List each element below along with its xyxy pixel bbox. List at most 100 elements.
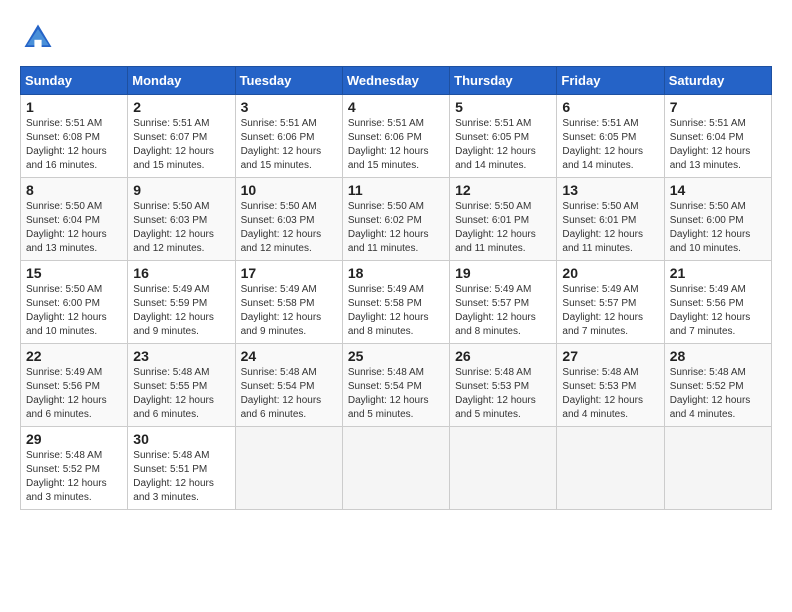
day-number: 25 <box>348 348 444 364</box>
day-info: Sunrise: 5:50 AMSunset: 6:02 PMDaylight:… <box>348 200 444 256</box>
day-info: Sunrise: 5:48 AMSunset: 5:53 PMDaylight:… <box>562 366 658 422</box>
day-info: Sunrise: 5:50 AMSunset: 6:00 PMDaylight:… <box>26 283 122 339</box>
day-info: Sunrise: 5:49 AMSunset: 5:57 PMDaylight:… <box>455 283 551 339</box>
day-info: Sunrise: 5:49 AMSunset: 5:56 PMDaylight:… <box>26 366 122 422</box>
calendar-week-row: 15 Sunrise: 5:50 AMSunset: 6:00 PMDayligh… <box>21 261 772 344</box>
calendar-cell: 10 Sunrise: 5:50 AMSunset: 6:03 PMDayligh… <box>235 178 342 261</box>
day-number: 24 <box>241 348 337 364</box>
day-number: 7 <box>670 99 766 115</box>
day-number: 12 <box>455 182 551 198</box>
calendar-cell: 7 Sunrise: 5:51 AMSunset: 6:04 PMDaylight… <box>664 95 771 178</box>
calendar-cell: 18 Sunrise: 5:49 AMSunset: 5:58 PMDayligh… <box>342 261 449 344</box>
day-info: Sunrise: 5:48 AMSunset: 5:54 PMDaylight:… <box>241 366 337 422</box>
day-info: Sunrise: 5:50 AMSunset: 6:03 PMDaylight:… <box>133 200 229 256</box>
day-info: Sunrise: 5:48 AMSunset: 5:52 PMDaylight:… <box>670 366 766 422</box>
calendar-cell: 14Sunrise: 5:50 AMSunset: 6:00 PMDayligh… <box>664 178 771 261</box>
calendar-cell: 4 Sunrise: 5:51 AMSunset: 6:06 PMDaylight… <box>342 95 449 178</box>
calendar-cell <box>450 427 557 510</box>
calendar-cell: 6 Sunrise: 5:51 AMSunset: 6:05 PMDaylight… <box>557 95 664 178</box>
day-number: 16 <box>133 265 229 281</box>
calendar-cell: 28Sunrise: 5:48 AMSunset: 5:52 PMDayligh… <box>664 344 771 427</box>
day-number: 6 <box>562 99 658 115</box>
day-number: 2 <box>133 99 229 115</box>
weekday-header: Monday <box>128 67 235 95</box>
day-number: 5 <box>455 99 551 115</box>
calendar-cell: 17 Sunrise: 5:49 AMSunset: 5:58 PMDayligh… <box>235 261 342 344</box>
day-info: Sunrise: 5:48 AMSunset: 5:52 PMDaylight:… <box>26 449 122 505</box>
calendar-cell: 27 Sunrise: 5:48 AMSunset: 5:53 PMDayligh… <box>557 344 664 427</box>
day-number: 4 <box>348 99 444 115</box>
day-number: 27 <box>562 348 658 364</box>
weekday-header: Tuesday <box>235 67 342 95</box>
day-info: Sunrise: 5:50 AMSunset: 6:00 PMDaylight:… <box>670 200 766 256</box>
calendar-cell: 5 Sunrise: 5:51 AMSunset: 6:05 PMDaylight… <box>450 95 557 178</box>
calendar-cell: 21Sunrise: 5:49 AMSunset: 5:56 PMDayligh… <box>664 261 771 344</box>
calendar-cell: 16 Sunrise: 5:49 AMSunset: 5:59 PMDayligh… <box>128 261 235 344</box>
calendar-week-row: 22 Sunrise: 5:49 AMSunset: 5:56 PMDayligh… <box>21 344 772 427</box>
calendar-cell: 13Sunrise: 5:50 AMSunset: 6:01 PMDayligh… <box>557 178 664 261</box>
day-info: Sunrise: 5:48 AMSunset: 5:54 PMDaylight:… <box>348 366 444 422</box>
day-info: Sunrise: 5:51 AMSunset: 6:05 PMDaylight:… <box>562 117 658 173</box>
day-number: 26 <box>455 348 551 364</box>
calendar-week-row: 1 Sunrise: 5:51 AMSunset: 6:08 PMDaylight… <box>21 95 772 178</box>
day-info: Sunrise: 5:51 AMSunset: 6:06 PMDaylight:… <box>241 117 337 173</box>
calendar-cell: 1 Sunrise: 5:51 AMSunset: 6:08 PMDaylight… <box>21 95 128 178</box>
day-info: Sunrise: 5:49 AMSunset: 5:57 PMDaylight:… <box>562 283 658 339</box>
calendar-cell: 2 Sunrise: 5:51 AMSunset: 6:07 PMDaylight… <box>128 95 235 178</box>
weekday-header: Friday <box>557 67 664 95</box>
day-info: Sunrise: 5:49 AMSunset: 5:58 PMDaylight:… <box>241 283 337 339</box>
day-info: Sunrise: 5:50 AMSunset: 6:04 PMDaylight:… <box>26 200 122 256</box>
day-number: 18 <box>348 265 444 281</box>
day-info: Sunrise: 5:50 AMSunset: 6:03 PMDaylight:… <box>241 200 337 256</box>
calendar-cell <box>235 427 342 510</box>
calendar-cell: 8 Sunrise: 5:50 AMSunset: 6:04 PMDaylight… <box>21 178 128 261</box>
day-info: Sunrise: 5:48 AMSunset: 5:53 PMDaylight:… <box>455 366 551 422</box>
calendar-cell: 15 Sunrise: 5:50 AMSunset: 6:00 PMDayligh… <box>21 261 128 344</box>
calendar-cell: 24 Sunrise: 5:48 AMSunset: 5:54 PMDayligh… <box>235 344 342 427</box>
day-number: 11 <box>348 182 444 198</box>
day-info: Sunrise: 5:51 AMSunset: 6:04 PMDaylight:… <box>670 117 766 173</box>
calendar-week-row: 8 Sunrise: 5:50 AMSunset: 6:04 PMDaylight… <box>21 178 772 261</box>
day-number: 13 <box>562 182 658 198</box>
day-number: 3 <box>241 99 337 115</box>
calendar-cell <box>557 427 664 510</box>
day-number: 30 <box>133 431 229 447</box>
calendar-cell: 25 Sunrise: 5:48 AMSunset: 5:54 PMDayligh… <box>342 344 449 427</box>
day-info: Sunrise: 5:51 AMSunset: 6:07 PMDaylight:… <box>133 117 229 173</box>
calendar-table: SundayMondayTuesdayWednesdayThursdayFrid… <box>20 66 772 510</box>
calendar-cell <box>664 427 771 510</box>
calendar-cell: 12 Sunrise: 5:50 AMSunset: 6:01 PMDayligh… <box>450 178 557 261</box>
calendar-cell: 26 Sunrise: 5:48 AMSunset: 5:53 PMDayligh… <box>450 344 557 427</box>
day-number: 17 <box>241 265 337 281</box>
day-number: 23 <box>133 348 229 364</box>
weekday-header-row: SundayMondayTuesdayWednesdayThursdayFrid… <box>21 67 772 95</box>
day-info: Sunrise: 5:48 AMSunset: 5:55 PMDaylight:… <box>133 366 229 422</box>
calendar-cell: 9 Sunrise: 5:50 AMSunset: 6:03 PMDaylight… <box>128 178 235 261</box>
logo-icon <box>20 20 56 56</box>
weekday-header: Saturday <box>664 67 771 95</box>
calendar-cell: 3 Sunrise: 5:51 AMSunset: 6:06 PMDaylight… <box>235 95 342 178</box>
calendar-cell: 11 Sunrise: 5:50 AMSunset: 6:02 PMDayligh… <box>342 178 449 261</box>
day-info: Sunrise: 5:49 AMSunset: 5:58 PMDaylight:… <box>348 283 444 339</box>
calendar-cell: 19 Sunrise: 5:49 AMSunset: 5:57 PMDayligh… <box>450 261 557 344</box>
weekday-header: Sunday <box>21 67 128 95</box>
day-info: Sunrise: 5:50 AMSunset: 6:01 PMDaylight:… <box>455 200 551 256</box>
day-info: Sunrise: 5:48 AMSunset: 5:51 PMDaylight:… <box>133 449 229 505</box>
day-info: Sunrise: 5:51 AMSunset: 6:06 PMDaylight:… <box>348 117 444 173</box>
day-info: Sunrise: 5:49 AMSunset: 5:59 PMDaylight:… <box>133 283 229 339</box>
day-info: Sunrise: 5:51 AMSunset: 6:08 PMDaylight:… <box>26 117 122 173</box>
day-info: Sunrise: 5:51 AMSunset: 6:05 PMDaylight:… <box>455 117 551 173</box>
day-number: 22 <box>26 348 122 364</box>
calendar-cell: 20 Sunrise: 5:49 AMSunset: 5:57 PMDayligh… <box>557 261 664 344</box>
day-number: 19 <box>455 265 551 281</box>
day-number: 15 <box>26 265 122 281</box>
day-number: 20 <box>562 265 658 281</box>
day-number: 21 <box>670 265 766 281</box>
day-number: 10 <box>241 182 337 198</box>
page-header <box>20 20 772 56</box>
calendar-cell: 29 Sunrise: 5:48 AMSunset: 5:52 PMDayligh… <box>21 427 128 510</box>
day-number: 8 <box>26 182 122 198</box>
day-number: 29 <box>26 431 122 447</box>
day-number: 1 <box>26 99 122 115</box>
day-number: 9 <box>133 182 229 198</box>
